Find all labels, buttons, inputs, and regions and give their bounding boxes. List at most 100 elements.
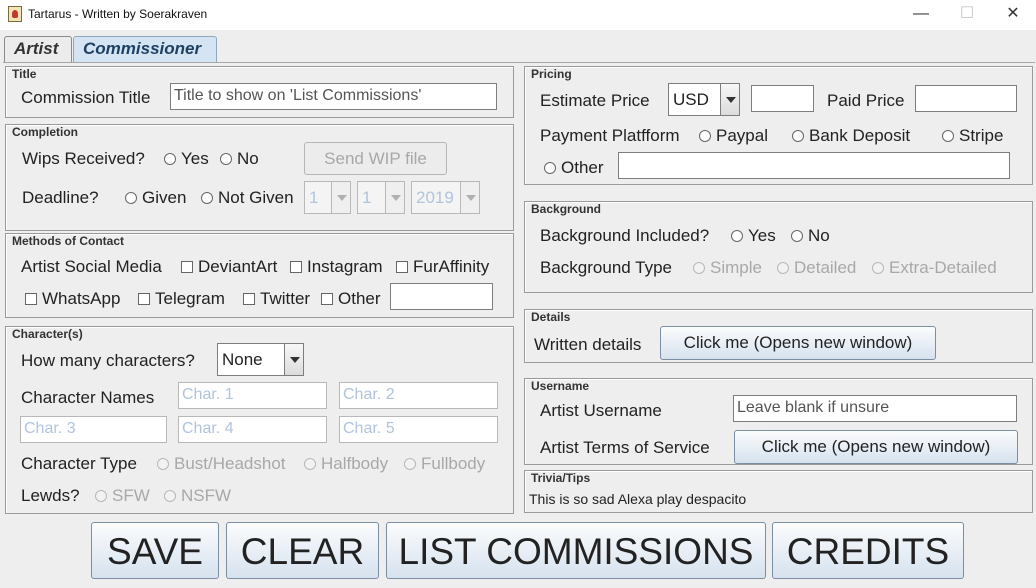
bg-simple-radio[interactable]: Simple: [693, 258, 762, 278]
username-legend: Username: [531, 379, 590, 393]
radio-icon: [157, 458, 169, 470]
wips-yes-label: Yes: [181, 149, 209, 168]
deviantart-label: DeviantArt: [198, 257, 278, 276]
deadline-month-value: 1: [362, 188, 372, 207]
background-yes-label: Yes: [748, 226, 776, 245]
deadline-day-select[interactable]: 1: [304, 181, 351, 214]
maximize-button: ☐: [959, 5, 975, 22]
char2-input[interactable]: Char. 2: [339, 382, 498, 409]
currency-select[interactable]: USD: [668, 83, 740, 116]
type-bust-radio[interactable]: Bust/Headshot: [157, 454, 286, 474]
radio-icon: [164, 490, 176, 502]
paypal-label: Paypal: [716, 126, 768, 145]
twitter-checkbox[interactable]: Twitter: [243, 289, 310, 309]
type-fullbody-radio[interactable]: Fullbody: [404, 454, 485, 474]
pricing-legend: Pricing: [531, 67, 572, 81]
bg-extra-detailed-radio[interactable]: Extra-Detailed: [872, 258, 997, 278]
lewds-label: Lewds?: [21, 486, 80, 505]
radio-icon: [792, 130, 804, 142]
radio-icon: [201, 192, 213, 204]
checkbox-icon: [243, 293, 255, 305]
instagram-checkbox[interactable]: Instagram: [290, 257, 383, 277]
paid-price-input[interactable]: [915, 85, 1017, 112]
artist-username-input[interactable]: Leave blank if unsure: [733, 395, 1017, 422]
deadline-year-value: 2019: [416, 188, 454, 207]
send-wip-button[interactable]: Send WIP file: [304, 142, 447, 175]
deadline-label: Deadline?: [22, 188, 99, 207]
wips-no-radio[interactable]: No: [220, 149, 259, 169]
stripe-radio[interactable]: Stripe: [942, 126, 1003, 146]
artist-username-label: Artist Username: [540, 401, 662, 420]
commission-title-input[interactable]: Title to show on 'List Commissions': [170, 83, 497, 110]
char5-input[interactable]: Char. 5: [339, 416, 498, 443]
type-bust-label: Bust/Headshot: [174, 454, 286, 473]
background-yes-radio[interactable]: Yes: [731, 226, 776, 246]
character-count-value: None: [222, 350, 263, 369]
other-contact-checkbox[interactable]: Other: [321, 289, 381, 309]
radio-icon: [404, 458, 416, 470]
deadline-month-select[interactable]: 1: [357, 181, 405, 214]
character-names-label: Character Names: [21, 388, 155, 407]
deadline-year-select[interactable]: 2019: [411, 181, 480, 214]
wips-yes-radio[interactable]: Yes: [164, 149, 209, 169]
paypal-radio[interactable]: Paypal: [699, 126, 768, 146]
char3-input[interactable]: Char. 3: [20, 416, 167, 443]
artist-tos-button[interactable]: Click me (Opens new window): [734, 430, 1018, 464]
how-many-characters-label: How many characters?: [21, 351, 195, 370]
deadline-day-value: 1: [309, 188, 319, 207]
radio-icon: [777, 262, 789, 274]
wips-no-label: No: [237, 149, 259, 168]
close-button[interactable]: ✕: [990, 0, 1036, 30]
bank-deposit-radio[interactable]: Bank Deposit: [792, 126, 910, 146]
contact-legend: Methods of Contact: [12, 234, 124, 248]
other-platform-label: Other: [561, 158, 604, 177]
furaffinity-checkbox[interactable]: FurAffinity: [396, 257, 489, 277]
char1-input[interactable]: Char. 1: [178, 382, 327, 409]
character-count-select[interactable]: None: [217, 343, 304, 376]
other-platform-input[interactable]: [618, 152, 1010, 179]
bg-extra-detailed-label: Extra-Detailed: [889, 258, 997, 277]
telegram-checkbox[interactable]: Telegram: [138, 289, 225, 309]
type-halfbody-radio[interactable]: Halfbody: [304, 454, 388, 474]
trivia-text: This is so sad Alexa play despacito: [529, 491, 747, 507]
written-details-button[interactable]: Click me (Opens new window): [660, 326, 936, 360]
twitter-label: Twitter: [260, 289, 311, 308]
type-fullbody-label: Fullbody: [421, 454, 486, 473]
java-app-icon: [8, 6, 22, 22]
deadline-given-radio[interactable]: Given: [125, 188, 186, 208]
clear-button[interactable]: CLEAR: [226, 522, 379, 579]
tab-commissioner[interactable]: Commissioner: [73, 36, 217, 62]
chevron-down-icon: [460, 182, 479, 213]
background-included-label: Background Included?: [540, 226, 710, 245]
estimate-price-label: Estimate Price: [540, 91, 650, 110]
background-no-radio[interactable]: No: [791, 226, 830, 246]
radio-icon: [304, 458, 316, 470]
chevron-down-icon: [284, 344, 303, 375]
list-commissions-button[interactable]: LIST COMMISSIONS: [386, 522, 766, 579]
save-button[interactable]: SAVE: [91, 522, 219, 579]
bank-deposit-label: Bank Deposit: [809, 126, 911, 145]
stripe-label: Stripe: [959, 126, 1004, 145]
deviantart-checkbox[interactable]: DeviantArt: [181, 257, 277, 277]
other-platform-radio[interactable]: Other: [544, 158, 604, 178]
tab-artist[interactable]: Artist: [4, 36, 72, 62]
credits-button[interactable]: CREDITS: [772, 522, 964, 579]
deadline-given-label: Given: [142, 188, 187, 207]
other-contact-input[interactable]: [390, 283, 493, 310]
char4-input[interactable]: Char. 4: [178, 416, 327, 443]
whatsapp-checkbox[interactable]: WhatsApp: [25, 289, 120, 309]
radio-icon: [544, 162, 556, 174]
bg-detailed-radio[interactable]: Detailed: [777, 258, 856, 278]
radio-icon: [164, 153, 176, 165]
radio-icon: [791, 230, 803, 242]
chevron-down-icon: [720, 84, 739, 115]
minimize-button[interactable]: —: [898, 0, 944, 30]
wips-received-label: Wips Received?: [22, 149, 145, 168]
estimate-price-input[interactable]: [751, 85, 814, 112]
artist-tos-label: Artist Terms of Service: [540, 438, 710, 457]
deadline-not-given-radio[interactable]: Not Given: [201, 188, 294, 208]
lewds-nsfw-radio[interactable]: NSFW: [164, 486, 231, 506]
details-legend: Details: [531, 310, 571, 324]
deadline-not-given-label: Not Given: [218, 188, 294, 207]
lewds-sfw-radio[interactable]: SFW: [95, 486, 150, 506]
